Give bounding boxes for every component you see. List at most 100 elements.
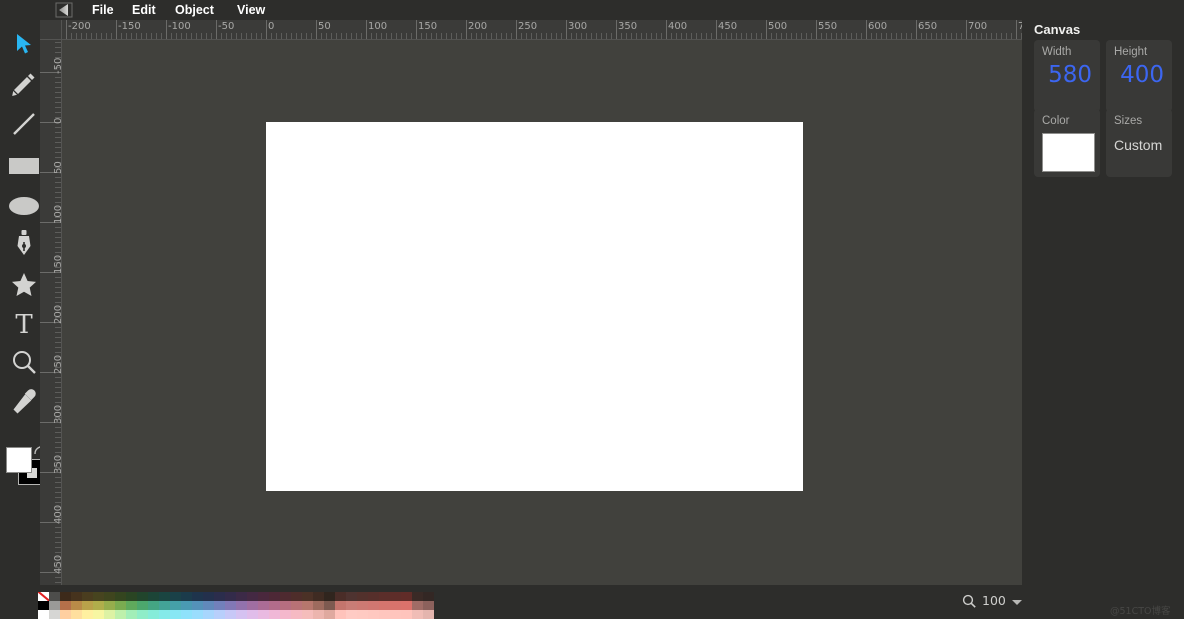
palette-swatch[interactable]: [335, 592, 346, 601]
palette-swatch[interactable]: [192, 601, 203, 610]
palette-swatch[interactable]: [148, 601, 159, 610]
palette-swatch[interactable]: [159, 592, 170, 601]
palette-swatch[interactable]: [203, 592, 214, 601]
palette-swatch[interactable]: [269, 592, 280, 601]
palette-swatch[interactable]: [148, 592, 159, 601]
palette-swatch[interactable]: [38, 601, 49, 610]
palette-swatch[interactable]: [49, 601, 60, 610]
palette-swatch[interactable]: [423, 601, 434, 610]
palette-swatch[interactable]: [192, 610, 203, 619]
palette-swatch[interactable]: [126, 601, 137, 610]
palette-swatch[interactable]: [258, 592, 269, 601]
canvas-sizes-field[interactable]: Sizes Custom: [1106, 109, 1172, 177]
palette-swatch[interactable]: [115, 592, 126, 601]
palette-swatch[interactable]: [313, 610, 324, 619]
palette-swatch[interactable]: [423, 592, 434, 601]
palette-swatch[interactable]: [401, 610, 412, 619]
palette-swatch[interactable]: [71, 601, 82, 610]
palette-swatch[interactable]: [49, 610, 60, 619]
palette-swatch[interactable]: [170, 610, 181, 619]
palette-swatch[interactable]: [225, 592, 236, 601]
canvas-height-value[interactable]: 400: [1106, 62, 1164, 88]
palette-swatch[interactable]: [280, 601, 291, 610]
palette-swatch[interactable]: [203, 601, 214, 610]
palette-swatch[interactable]: [357, 592, 368, 601]
palette-swatch[interactable]: [390, 601, 401, 610]
palette-swatch[interactable]: [335, 601, 346, 610]
palette-swatch[interactable]: [269, 610, 280, 619]
canvas-width-field[interactable]: Width 580: [1034, 40, 1100, 112]
menu-edit[interactable]: Edit: [132, 0, 156, 20]
horizontal-scrollbar[interactable]: [62, 578, 1022, 585]
palette-swatch[interactable]: [159, 601, 170, 610]
palette-swatch[interactable]: [170, 601, 181, 610]
palette-swatch[interactable]: [313, 601, 324, 610]
palette-swatch[interactable]: [390, 592, 401, 601]
palette-swatch[interactable]: [181, 610, 192, 619]
palette-swatch[interactable]: [412, 592, 423, 601]
palette-swatch[interactable]: [368, 610, 379, 619]
palette-swatch[interactable]: [401, 592, 412, 601]
palette-swatch[interactable]: [302, 610, 313, 619]
palette-swatch[interactable]: [258, 601, 269, 610]
palette-swatch[interactable]: [137, 592, 148, 601]
palette-swatch[interactable]: [368, 592, 379, 601]
palette-swatch[interactable]: [236, 610, 247, 619]
canvas-sizes-value[interactable]: Custom: [1114, 137, 1162, 153]
palette-swatch[interactable]: [104, 601, 115, 610]
palette-swatch[interactable]: [269, 601, 280, 610]
palette-swatch[interactable]: [82, 610, 93, 619]
palette-swatch[interactable]: [423, 610, 434, 619]
palette-swatch[interactable]: [357, 610, 368, 619]
palette-swatch[interactable]: [71, 610, 82, 619]
palette-swatch[interactable]: [214, 601, 225, 610]
palette-swatch[interactable]: [126, 592, 137, 601]
chevron-down-icon[interactable]: [1011, 599, 1022, 605]
palette-swatch[interactable]: [225, 601, 236, 610]
vertical-ruler[interactable]: -100-50050100150200250300350400450: [40, 40, 62, 585]
palette-swatch[interactable]: [170, 592, 181, 601]
palette-swatch[interactable]: [93, 610, 104, 619]
palette-swatch[interactable]: [412, 610, 423, 619]
palette-swatch[interactable]: [368, 601, 379, 610]
canvas-width-value[interactable]: 580: [1034, 62, 1092, 88]
menu-view[interactable]: View: [237, 0, 265, 20]
canvas-color-field[interactable]: Color: [1034, 109, 1100, 177]
palette-swatch[interactable]: [137, 601, 148, 610]
palette-swatch[interactable]: [280, 610, 291, 619]
zoom-level-value[interactable]: 100: [982, 593, 1006, 608]
palette-swatch[interactable]: [214, 610, 225, 619]
palette-swatch[interactable]: [148, 610, 159, 619]
canvas-workspace[interactable]: [62, 40, 1022, 585]
palette-swatch[interactable]: [247, 592, 258, 601]
palette-swatch[interactable]: [203, 610, 214, 619]
fill-color-swatch[interactable]: [6, 447, 32, 473]
canvas-height-field[interactable]: Height 400: [1106, 40, 1172, 112]
canvas-color-swatch[interactable]: [1042, 133, 1095, 172]
palette-swatch[interactable]: [379, 601, 390, 610]
horizontal-ruler[interactable]: -200 -150 -100 -50 0 50 100 150 200 250 300 350 400 4…: [62, 20, 1022, 40]
palette-swatch[interactable]: [159, 610, 170, 619]
palette-swatch[interactable]: [38, 610, 49, 619]
palette-swatch[interactable]: [247, 601, 258, 610]
palette-swatch[interactable]: [60, 610, 71, 619]
palette-swatch[interactable]: [346, 610, 357, 619]
palette-swatch[interactable]: [60, 592, 71, 601]
palette-swatch-none[interactable]: [38, 592, 49, 601]
palette-swatch[interactable]: [291, 601, 302, 610]
palette-swatch[interactable]: [82, 592, 93, 601]
palette-swatch[interactable]: [214, 592, 225, 601]
zoom-control[interactable]: 100: [962, 593, 1022, 608]
palette-swatch[interactable]: [247, 610, 258, 619]
palette-swatch[interactable]: [302, 592, 313, 601]
color-palette[interactable]: [38, 592, 434, 619]
palette-swatch[interactable]: [258, 610, 269, 619]
palette-swatch[interactable]: [93, 592, 104, 601]
canvas-page[interactable]: [266, 122, 803, 491]
palette-swatch[interactable]: [324, 601, 335, 610]
palette-swatch[interactable]: [225, 610, 236, 619]
palette-swatch[interactable]: [181, 601, 192, 610]
palette-swatch[interactable]: [412, 601, 423, 610]
palette-swatch[interactable]: [346, 592, 357, 601]
palette-swatch[interactable]: [49, 592, 60, 601]
